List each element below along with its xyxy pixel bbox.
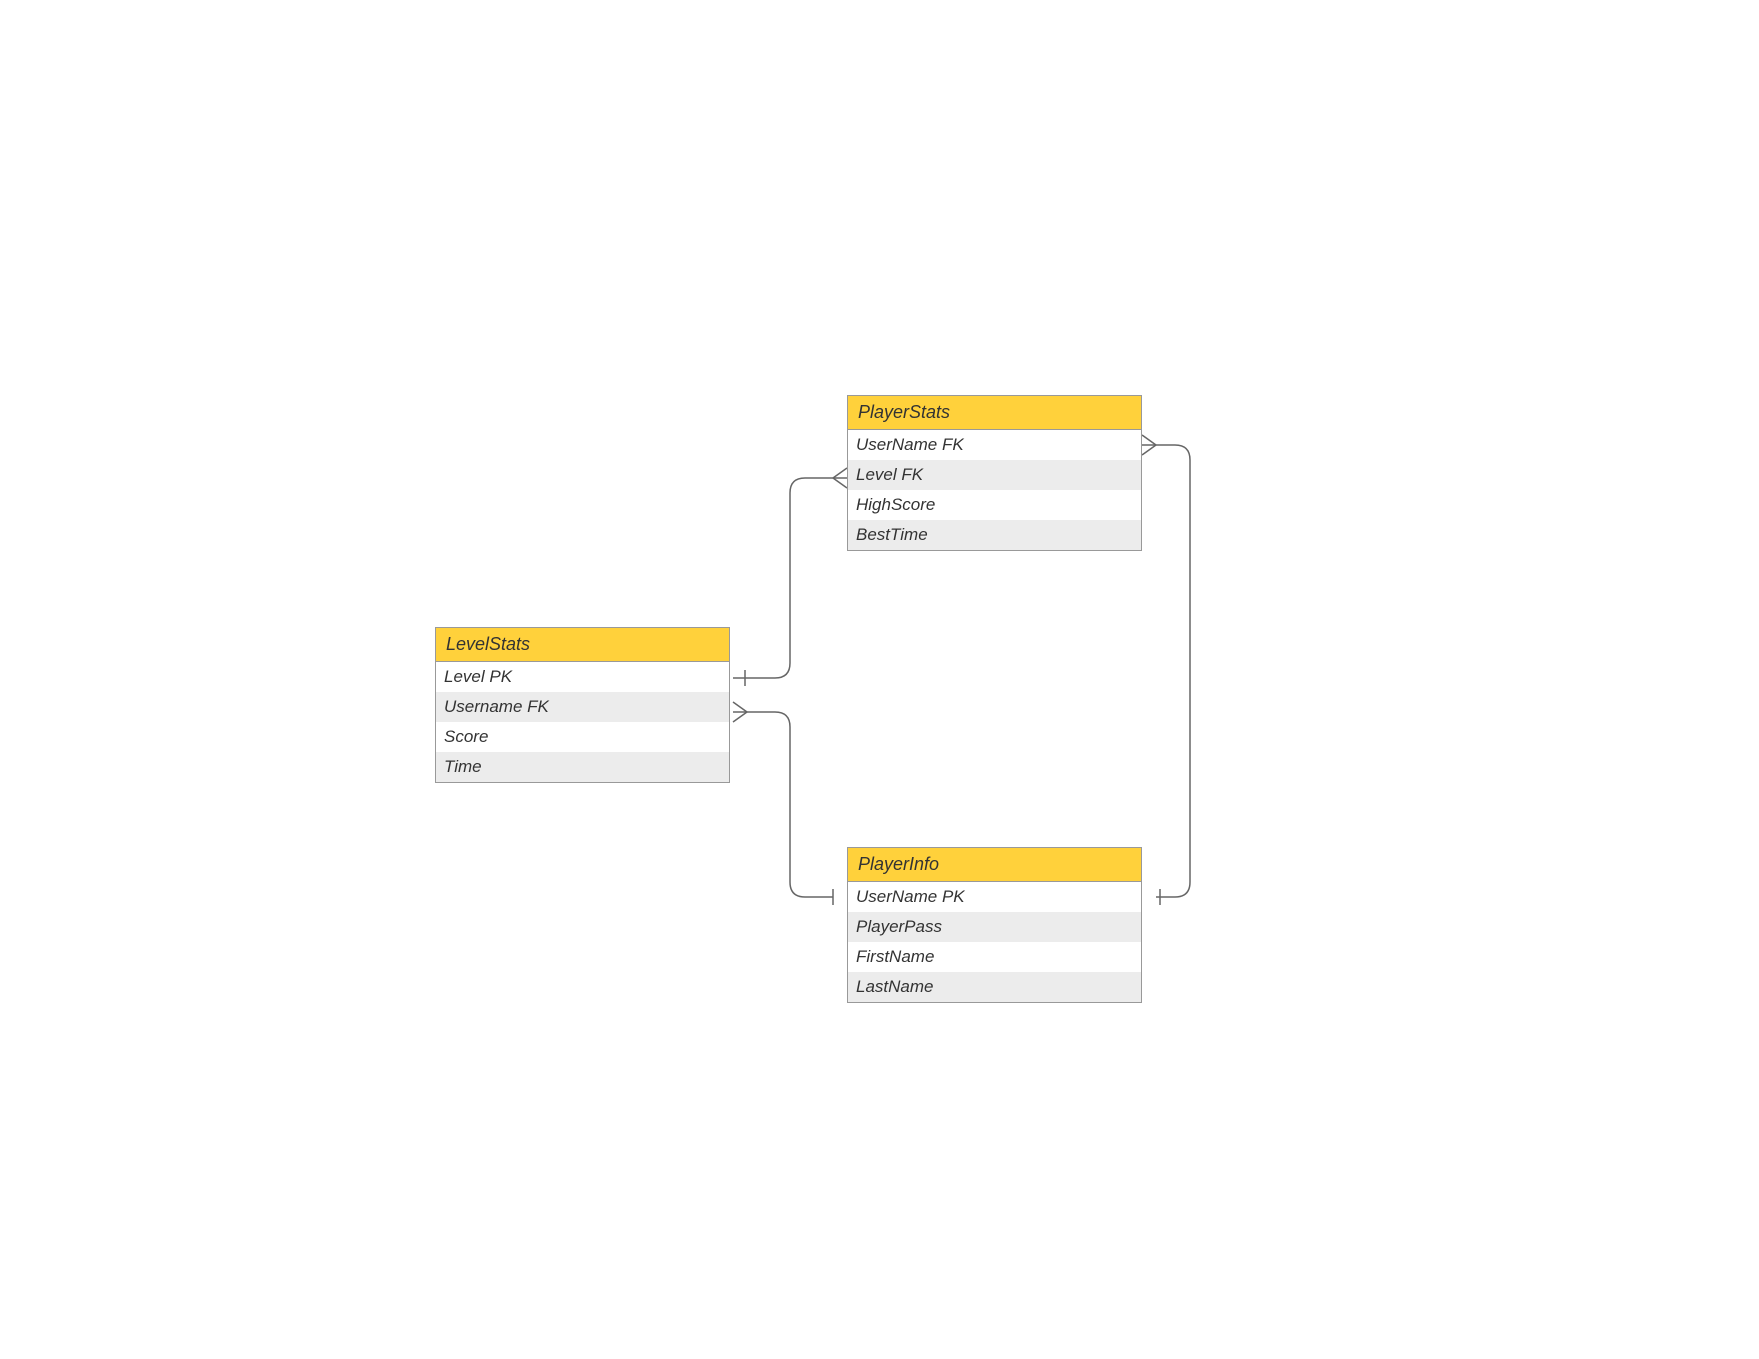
entity-playerstats-row-2[interactable]: HighScore [848,490,1141,520]
entity-playerinfo-row-0[interactable]: UserName PK [848,882,1141,912]
connectors-layer [0,0,1759,1359]
connector-playerstats-to-playerinfo [1142,435,1190,905]
entity-levelstats-row-1[interactable]: Username FK [436,692,729,722]
entity-levelstats-row-0[interactable]: Level PK [436,662,729,692]
entity-playerstats-row-1[interactable]: Level FK [848,460,1141,490]
connector-levelstats-to-playerinfo [733,702,833,905]
entity-playerinfo-row-1[interactable]: PlayerPass [848,912,1141,942]
entity-playerstats-row-3[interactable]: BestTime [848,520,1141,550]
er-diagram-canvas: LevelStats Level PK Username FK Score Ti… [0,0,1759,1359]
entity-playerstats-header[interactable]: PlayerStats [848,396,1141,430]
entity-playerstats-row-0[interactable]: UserName FK [848,430,1141,460]
entity-levelstats[interactable]: LevelStats Level PK Username FK Score Ti… [435,627,730,783]
entity-playerinfo-row-2[interactable]: FirstName [848,942,1141,972]
entity-levelstats-row-2[interactable]: Score [436,722,729,752]
connector-levelstats-to-playerstats [733,468,847,686]
entity-playerinfo[interactable]: PlayerInfo UserName PK PlayerPass FirstN… [847,847,1142,1003]
entity-levelstats-header[interactable]: LevelStats [436,628,729,662]
entity-playerinfo-header[interactable]: PlayerInfo [848,848,1141,882]
entity-playerstats[interactable]: PlayerStats UserName FK Level FK HighSco… [847,395,1142,551]
entity-playerinfo-row-3[interactable]: LastName [848,972,1141,1002]
entity-levelstats-row-3[interactable]: Time [436,752,729,782]
